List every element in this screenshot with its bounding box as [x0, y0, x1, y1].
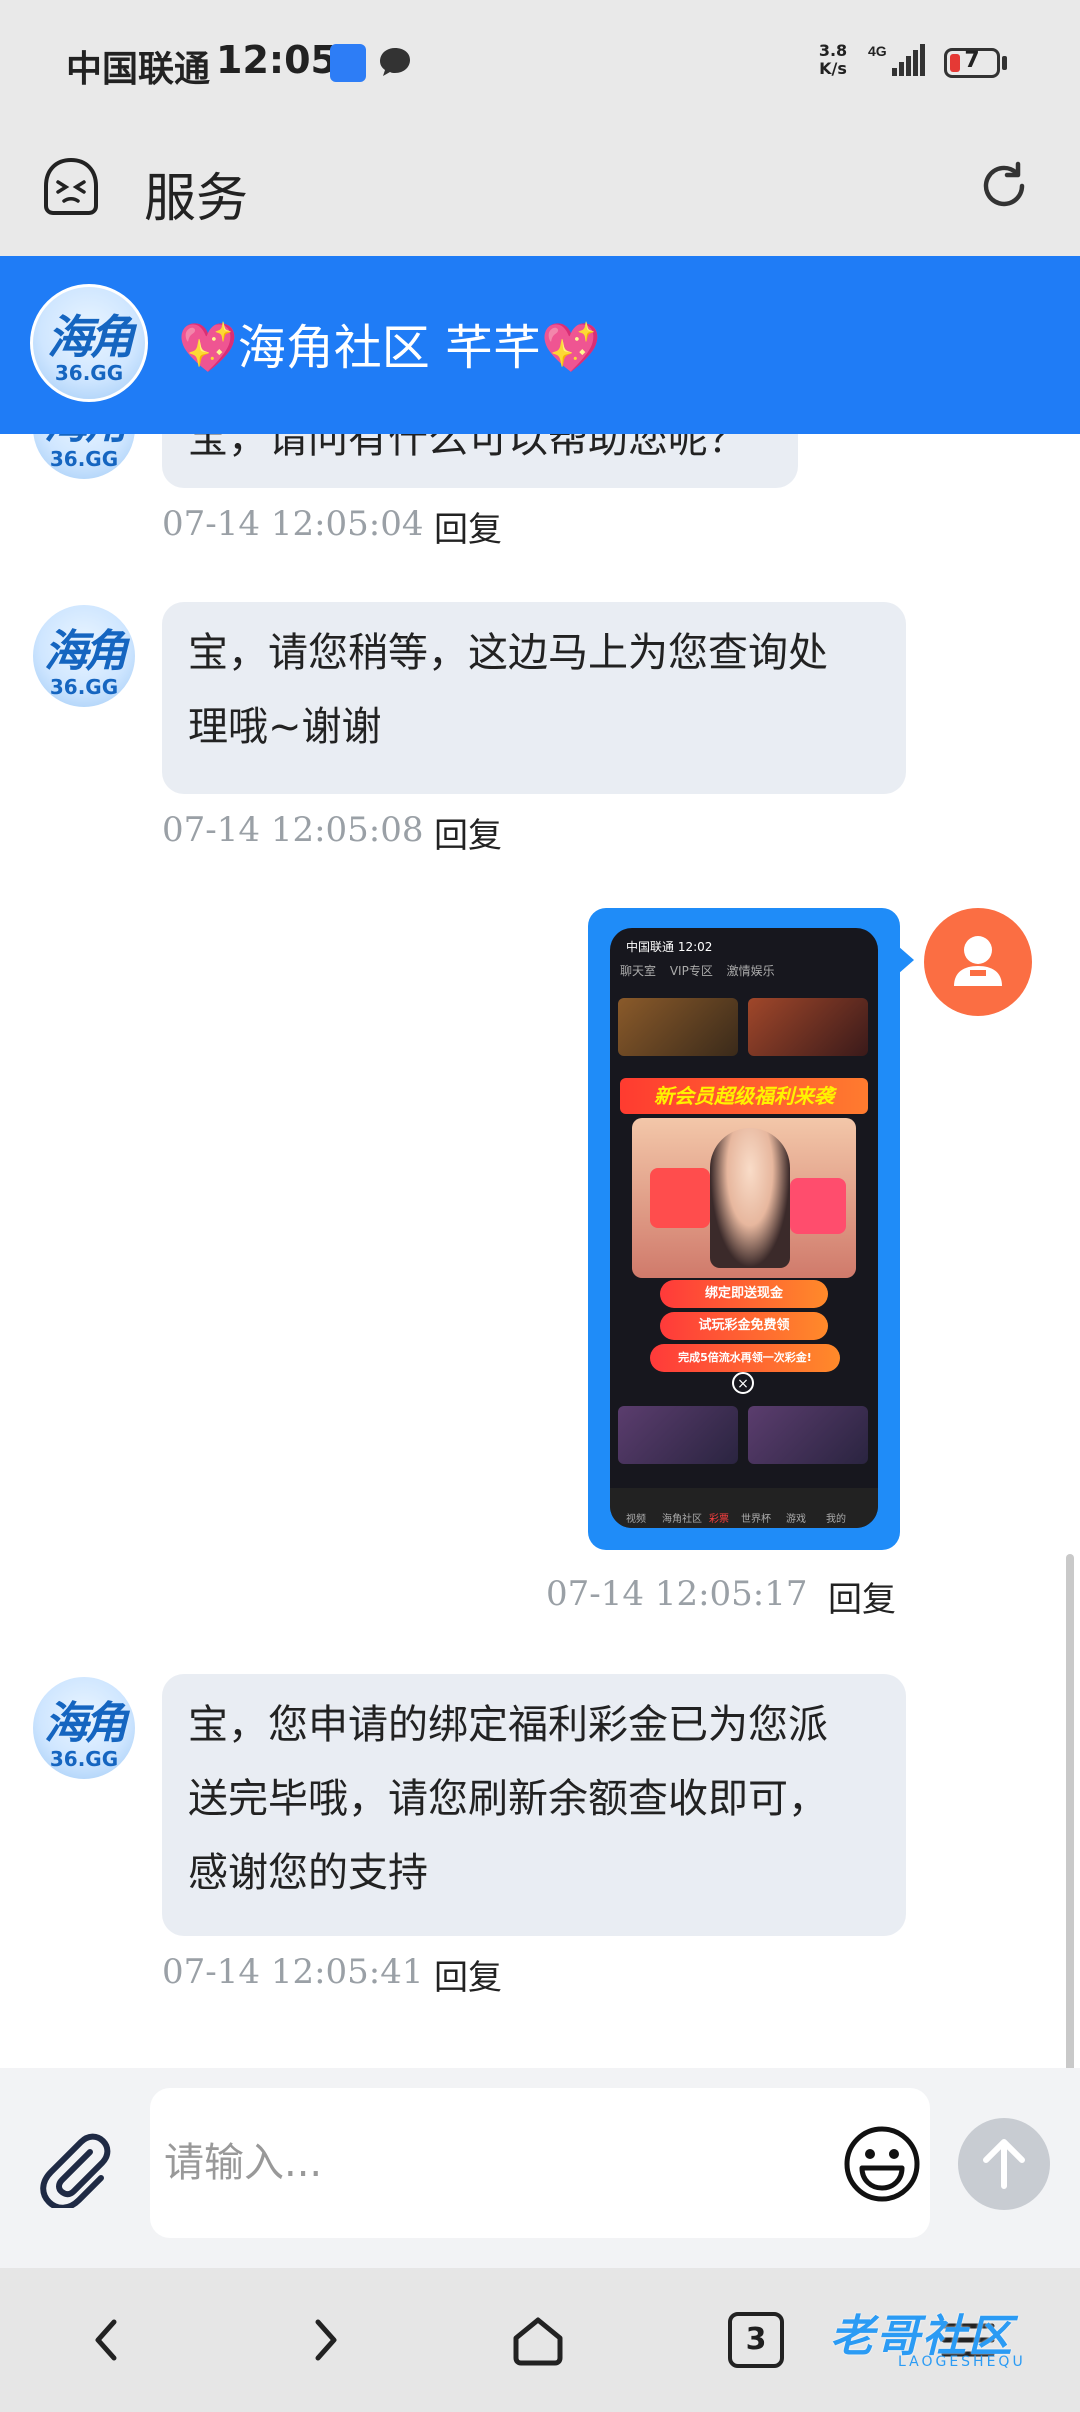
- gift-icon: [650, 1168, 710, 1228]
- message-bubble: 宝，请问有什么可以帮助您呢？: [162, 434, 798, 488]
- message-time: 07-14 12:05:17: [546, 1574, 808, 1614]
- screenshot-tabs: 聊天室 VIP专区 激情娱乐: [620, 964, 775, 978]
- battery-level: 7: [964, 48, 980, 73]
- reply-link[interactable]: 回复: [828, 1572, 896, 1621]
- promo-figure: [710, 1128, 790, 1268]
- arrow-up-icon: [983, 2139, 1025, 2189]
- network-speed: 3.8 K/s: [818, 41, 848, 78]
- watermark-sub: LAOGESHEQU: [898, 2354, 1026, 2370]
- reply-link[interactable]: 回复: [434, 502, 502, 551]
- user-avatar: [924, 908, 1032, 1016]
- carrier-label: 中国联通: [66, 49, 211, 90]
- gift-icon: [790, 1178, 846, 1234]
- shared-screenshot[interactable]: 中国联通 12:02 聊天室 VIP专区 激情娱乐 新会员超级福利来袭 绑定即送…: [610, 928, 878, 1528]
- back-icon[interactable]: [80, 2312, 136, 2368]
- signal-icon: 4G: [868, 43, 925, 76]
- agent-avatar: 海角 36.GG: [30, 434, 138, 482]
- agent-avatar: 海角 36.GG: [30, 1674, 138, 1782]
- battery-icon: 7: [944, 48, 1000, 78]
- input-placeholder: 请输入...: [164, 2140, 323, 2186]
- page-title: 服务: [144, 169, 249, 229]
- status-bar: 中国联通 12:05 3.8 K/s 4G 7: [0, 0, 1080, 126]
- screenshot-banner: 新会员超级福利来袭: [620, 1078, 868, 1114]
- home-icon[interactable]: [510, 2312, 566, 2368]
- svg-text:4G: 4G: [868, 43, 887, 59]
- agent-avatar: 海角 36.GG: [30, 602, 138, 710]
- attachment-icon[interactable]: [34, 2128, 114, 2208]
- message-input[interactable]: 请输入...: [150, 2088, 930, 2238]
- forward-icon[interactable]: [296, 2312, 352, 2368]
- app-bar: 服务: [0, 126, 1080, 256]
- emoji-icon[interactable]: [842, 2124, 922, 2204]
- message-notification-icon: [380, 48, 410, 76]
- service-face-icon[interactable]: [40, 156, 102, 218]
- app-notification-icon: [330, 44, 366, 82]
- message-time: 07-14 12:05:04: [162, 504, 424, 544]
- image-message[interactable]: 中国联通 12:02 聊天室 VIP专区 激情娱乐 新会员超级福利来袭 绑定即送…: [588, 908, 900, 1550]
- reply-link[interactable]: 回复: [434, 808, 502, 857]
- refresh-icon[interactable]: [976, 158, 1032, 214]
- message-bubble: 宝，您申请的绑定福利彩金已为您派 送完毕哦，请您刷新余额查收即可， 感谢您的支持: [162, 1674, 906, 1936]
- user-icon: [954, 936, 1002, 986]
- send-button[interactable]: [958, 2118, 1050, 2210]
- message-bubble: 宝，请您稍等，这边马上为您查询处 理哦~谢谢: [162, 602, 906, 794]
- tabs-button[interactable]: 3: [728, 2312, 784, 2368]
- service-title: 💖海角社区 芊芊💖: [178, 320, 601, 376]
- service-header: 海角 36.GG 💖海角社区 芊芊💖: [0, 256, 1080, 434]
- message-time: 07-14 12:05:08: [162, 810, 424, 850]
- clock: 12:05: [216, 38, 337, 82]
- scrollbar[interactable]: [1066, 1554, 1074, 2068]
- chat-area[interactable]: 海角 36.GG 宝，请问有什么可以帮助您呢？ 07-14 12:05:04 回…: [0, 434, 1080, 2068]
- service-logo: 海角 36.GG: [30, 284, 148, 402]
- message-time: 07-14 12:05:41: [162, 1952, 424, 1992]
- close-icon: ×: [732, 1372, 754, 1394]
- reply-link[interactable]: 回复: [434, 1950, 502, 1999]
- screenshot-nav: 视频 海角社区 彩票 世界杯 游戏 我的: [610, 1488, 878, 1528]
